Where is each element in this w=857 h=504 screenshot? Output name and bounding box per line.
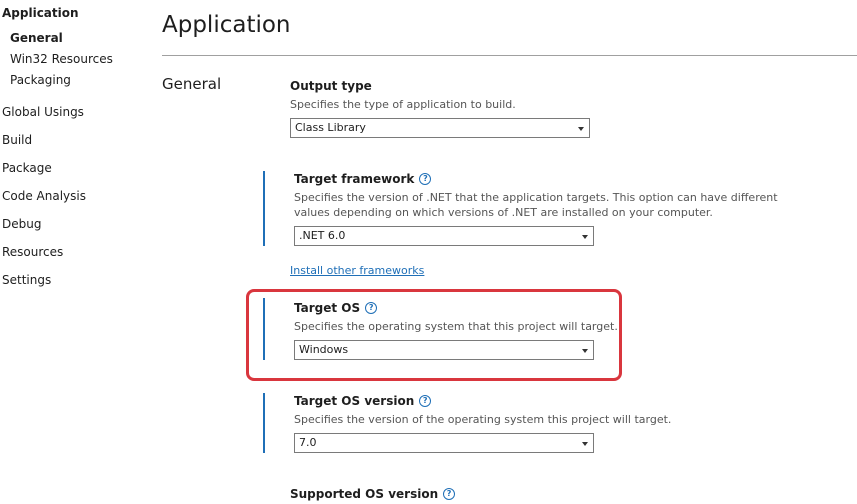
output-type-title: Output type [290, 79, 372, 93]
sidebar-item-win32-resources[interactable]: Win32 Resources [10, 51, 113, 67]
sidebar-item-general[interactable]: General [10, 30, 63, 46]
chevron-down-icon [582, 442, 588, 446]
sidebar-item-global-usings[interactable]: Global Usings [2, 104, 84, 120]
sidebar-item-settings[interactable]: Settings [2, 272, 51, 288]
target-os-title: Target OS [294, 301, 361, 315]
sidebar-item-package[interactable]: Package [2, 160, 52, 176]
target-framework-title-row: Target framework ? [294, 171, 804, 187]
chevron-down-icon [578, 127, 584, 131]
help-icon[interactable]: ? [419, 395, 432, 407]
chevron-down-icon [582, 349, 588, 353]
setting-target-os: Target OS ? Specifies the operating syst… [294, 300, 804, 334]
target-framework-dropdown[interactable]: .NET 6.0 [294, 226, 594, 246]
output-type-value: Class Library [295, 121, 366, 134]
target-os-title-row: Target OS ? [294, 300, 804, 316]
target-os-version-description: Specifies the version of the operating s… [294, 413, 672, 426]
setting-output-type: Output type Specifies the type of applic… [290, 78, 800, 112]
sidebar-item-packaging[interactable]: Packaging [10, 72, 71, 88]
setting-supported-os-version: Supported OS version ? [290, 486, 456, 502]
sidebar-item-code-analysis[interactable]: Code Analysis [2, 188, 86, 204]
target-os-version-title: Target OS version [294, 394, 415, 408]
target-os-description: Specifies the operating system that this… [294, 320, 618, 333]
supported-os-version-title: Supported OS version [290, 487, 439, 501]
target-os-version-title-row: Target OS version ? [294, 393, 804, 409]
section-label-general: General [162, 75, 222, 93]
chevron-down-icon [582, 235, 588, 239]
project-properties-page: Application General Win32 Resources Pack… [0, 0, 857, 504]
sidebar-item-debug[interactable]: Debug [2, 216, 41, 232]
install-other-frameworks-link[interactable]: Install other frameworks [290, 263, 424, 278]
target-framework-title: Target framework [294, 172, 415, 186]
help-icon[interactable]: ? [365, 302, 378, 314]
target-os-value: Windows [299, 343, 349, 356]
sidebar-item-application[interactable]: Application [2, 5, 79, 21]
sidebar-item-resources[interactable]: Resources [2, 244, 63, 260]
target-os-version-dropdown[interactable]: 7.0 [294, 433, 594, 453]
output-type-dropdown[interactable]: Class Library [290, 118, 590, 138]
target-os-dropdown[interactable]: Windows [294, 340, 594, 360]
sidebar-item-build[interactable]: Build [2, 132, 32, 148]
modified-indicator [263, 171, 265, 246]
target-framework-value: .NET 6.0 [299, 229, 346, 242]
help-icon[interactable]: ? [443, 488, 456, 500]
output-type-description: Specifies the type of application to bui… [290, 98, 516, 111]
page-title: Application [162, 12, 291, 38]
target-framework-description: Specifies the version of .NET that the a… [294, 191, 778, 219]
supported-os-version-title-row: Supported OS version ? [290, 486, 456, 502]
target-os-version-value: 7.0 [299, 436, 317, 449]
title-divider [162, 55, 857, 56]
help-icon[interactable]: ? [419, 173, 432, 185]
setting-target-framework: Target framework ? Specifies the version… [294, 171, 804, 220]
modified-indicator [263, 393, 265, 453]
modified-indicator [263, 298, 265, 360]
setting-target-os-version: Target OS version ? Specifies the versio… [294, 393, 804, 427]
